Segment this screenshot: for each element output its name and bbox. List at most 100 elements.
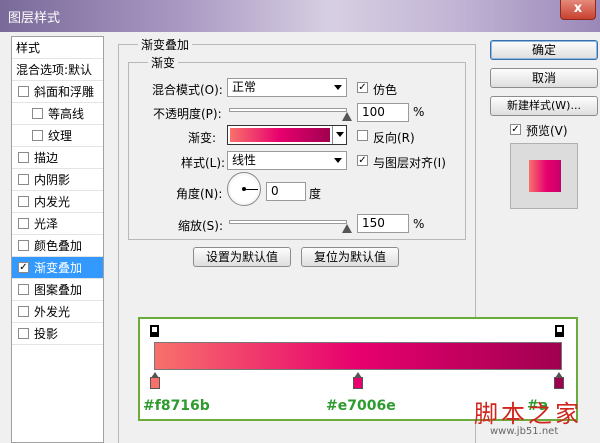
sidebar-item-checkbox[interactable] [18, 284, 29, 295]
style-list: 样式混合选项:默认斜面和浮雕等高线纹理描边内阴影内发光光泽颜色叠加 ✓ 渐变叠加图案… [11, 36, 104, 443]
preview-label: 预览(V) [526, 124, 568, 138]
angle-dial-center [242, 187, 246, 191]
scale-input[interactable]: 150 [357, 214, 409, 233]
opacity-input[interactable]: 100 [357, 103, 409, 122]
sidebar-item-label: 描边 [34, 151, 59, 165]
sidebar-item-label: 样式 [16, 41, 41, 55]
angle-dial[interactable] [227, 172, 261, 206]
color-stop-right[interactable] [554, 372, 564, 389]
opacity-stop-right[interactable] [555, 325, 564, 337]
opacity-label: 不透明度(P): [153, 107, 222, 121]
sidebar-item-label: 外发光 [34, 305, 71, 319]
set-as-default-button[interactable]: 设置为默认值 [193, 247, 291, 267]
sidebar-item[interactable]: 颜色叠加 [12, 235, 103, 257]
sidebar-item-label: 颜色叠加 [34, 239, 83, 253]
align-with-layer-checkbox[interactable]: ✓ [357, 155, 368, 166]
chevron-down-icon [336, 132, 344, 137]
sidebar-item[interactable]: 内发光 [12, 191, 103, 213]
angle-dial-needle [244, 189, 258, 190]
watermark-logo: 脚本之家 [474, 400, 582, 428]
sidebar-item-checkbox[interactable]: ✓ [18, 262, 29, 273]
ok-button[interactable]: 确定 [490, 40, 598, 60]
sidebar-item[interactable]: ✓ 渐变叠加 [12, 257, 103, 279]
sidebar-item[interactable]: 斜面和浮雕 [12, 81, 103, 103]
blend-mode-value: 正常 [232, 80, 257, 94]
sidebar-item-checkbox[interactable] [18, 240, 29, 251]
sidebar-item[interactable]: 光泽 [12, 213, 103, 235]
sidebar-item-checkbox[interactable] [32, 130, 43, 141]
style-select[interactable]: 线性 [227, 151, 347, 170]
gradient-picker[interactable] [227, 125, 347, 145]
dither-label: 仿色 [373, 83, 398, 97]
reverse-checkbox[interactable] [357, 130, 368, 141]
chevron-down-icon [334, 85, 342, 90]
sidebar-item-label: 图案叠加 [34, 283, 83, 297]
sidebar-item-label: 光泽 [34, 217, 59, 231]
gradient-bar[interactable] [154, 342, 562, 370]
blend-mode-select[interactable]: 正常 [227, 78, 347, 97]
blend-mode-label: 混合模式(O): [152, 83, 223, 97]
gradient-overlay-title: 渐变叠加 [138, 36, 193, 53]
stop-color-label-left: #f8716b [143, 398, 210, 414]
gradient-group-title: 渐变 [148, 54, 179, 71]
sidebar-item-checkbox[interactable] [18, 218, 29, 229]
angle-input[interactable]: 0 [266, 182, 306, 201]
sidebar-item[interactable]: 等高线 [12, 103, 103, 125]
gradient-preview-swatch [230, 128, 330, 142]
angle-value: 0 [271, 184, 279, 198]
scale-slider[interactable] [229, 220, 347, 224]
sidebar-item-label: 斜面和浮雕 [34, 85, 95, 99]
angle-label: 角度(N): [176, 187, 223, 201]
sidebar-item-label: 内阴影 [34, 173, 71, 187]
reverse-label: 反向(R) [373, 131, 415, 145]
style-label: 样式(L): [181, 156, 226, 170]
align-with-layer-label: 与图层对齐(I) [373, 156, 446, 170]
style-value: 线性 [232, 153, 257, 167]
window-title: 图层样式 [8, 11, 61, 26]
sidebar-item[interactable]: 投影 [12, 323, 103, 345]
sidebar-item-label: 混合选项:默认 [16, 63, 93, 77]
close-button[interactable]: x [560, 0, 596, 20]
color-stop-left[interactable] [150, 372, 160, 389]
color-stop-middle[interactable] [353, 372, 363, 389]
sidebar-item[interactable]: 外发光 [12, 301, 103, 323]
sidebar-item[interactable]: 描边 [12, 147, 103, 169]
preview-checkbox[interactable]: ✓ [510, 124, 521, 135]
style-preview-box [510, 143, 578, 209]
sidebar-item[interactable]: 内阴影 [12, 169, 103, 191]
watermark-url: www.jb51.net [490, 426, 559, 437]
opacity-slider-thumb[interactable] [342, 112, 352, 121]
gradient-dropdown-button[interactable] [332, 126, 346, 144]
opacity-slider[interactable] [229, 108, 347, 112]
style-preview-swatch [529, 160, 561, 192]
sidebar-item[interactable]: 图案叠加 [12, 279, 103, 301]
sidebar-item[interactable]: 纹理 [12, 125, 103, 147]
opacity-unit: % [413, 105, 425, 119]
sidebar-item-label: 等高线 [48, 107, 85, 121]
stop-color-label-middle: #e7006e [326, 398, 396, 414]
opacity-stop-left[interactable] [150, 325, 159, 337]
cancel-button[interactable]: 取消 [490, 68, 598, 88]
scale-slider-thumb[interactable] [342, 224, 352, 233]
sidebar-item-checkbox[interactable] [18, 152, 29, 163]
dither-checkbox[interactable]: ✓ [357, 82, 368, 93]
gradient-label: 渐变: [188, 131, 217, 145]
sidebar-item-label: 内发光 [34, 195, 71, 209]
sidebar-item-checkbox[interactable] [18, 86, 29, 97]
sidebar-item-checkbox[interactable] [18, 174, 29, 185]
sidebar-item-checkbox[interactable] [18, 196, 29, 207]
sidebar-item-label: 投影 [34, 327, 59, 341]
sidebar-item-checkbox[interactable] [18, 306, 29, 317]
sidebar-item-checkbox[interactable] [18, 328, 29, 339]
sidebar-item[interactable]: 样式 [12, 37, 103, 59]
scale-label: 缩放(S): [178, 219, 224, 233]
new-style-button[interactable]: 新建样式(W)... [490, 96, 598, 116]
sidebar-item-label: 纹理 [48, 129, 73, 143]
sidebar-item[interactable]: 混合选项:默认 [12, 59, 103, 81]
reset-to-default-button[interactable]: 复位为默认值 [301, 247, 399, 267]
sidebar-item-checkbox[interactable] [32, 108, 43, 119]
chevron-down-icon [334, 158, 342, 163]
opacity-value: 100 [362, 105, 385, 119]
scale-value: 150 [362, 216, 385, 230]
title-bar [0, 0, 600, 32]
